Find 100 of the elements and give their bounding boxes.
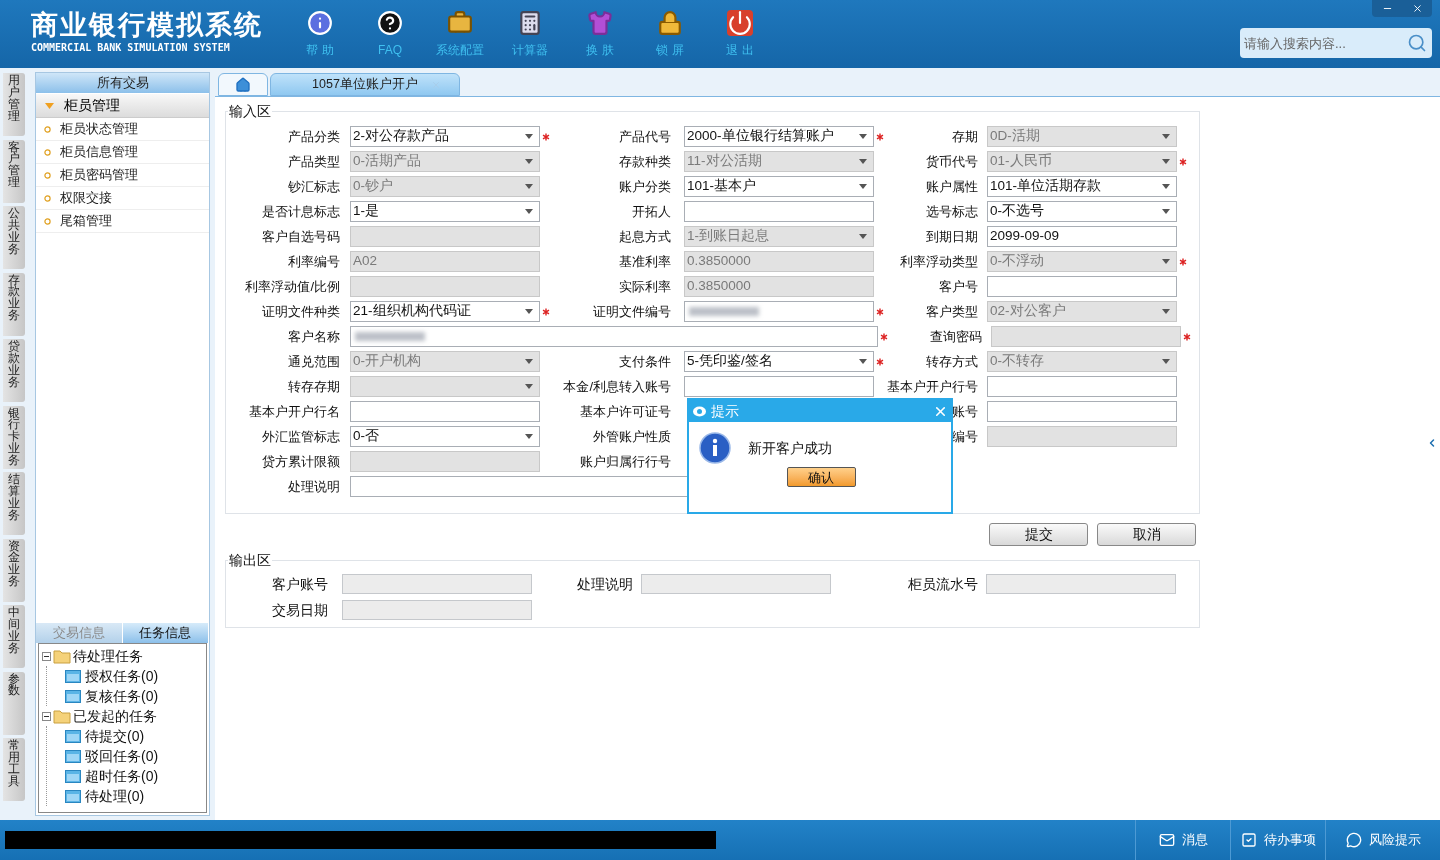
required-icon [1179, 257, 1187, 266]
caret-icon [859, 359, 867, 364]
field-label: 存款种类 [619, 152, 671, 171]
field-label: 基本户开户行号 [887, 377, 978, 396]
text-field[interactable] [684, 201, 874, 222]
tree-item[interactable]: 驳回任务(0) [85, 745, 159, 767]
folder-icon [65, 689, 81, 703]
confirm-button[interactable]: 确认 [786, 467, 856, 487]
section-title: 输出区 [228, 551, 272, 570]
field-label: 贷方累计限额 [262, 452, 340, 471]
folder-icon [65, 789, 81, 803]
help-icon [377, 10, 403, 36]
field-label: 柜员流水号 [907, 574, 978, 594]
field-label: 产品代号 [619, 127, 671, 146]
bullet-icon [44, 171, 51, 179]
dialog-message: 新开客户成功 [748, 438, 832, 458]
tree-item[interactable]: 超时任务(0) [85, 765, 159, 787]
caret-icon [525, 359, 533, 364]
tree-item[interactable]: 待提交(0) [85, 725, 145, 747]
dropdown-field[interactable]: 0-否 [350, 426, 540, 447]
text-field[interactable] [987, 401, 1177, 422]
search-field[interactable]: 请输入搜索内容... [1240, 28, 1432, 58]
tree-item[interactable]: 待处理(0) [85, 785, 145, 807]
caret-icon [1162, 134, 1170, 139]
field-label: 钞汇标志 [288, 177, 340, 196]
side-tab[interactable]: 银行卡业务 [3, 405, 25, 469]
text-field[interactable] [684, 376, 874, 397]
field-label: 起息方式 [619, 227, 671, 246]
field-label: 客户名称 [288, 327, 340, 346]
tree-item[interactable]: 待处理任务 [73, 645, 143, 667]
required-icon [880, 332, 888, 341]
shirt-icon [587, 10, 613, 36]
menu-item[interactable]: 柜员状态管理 [36, 118, 209, 141]
menu-item[interactable]: 柜员密码管理 [36, 164, 209, 187]
text-field[interactable]: 2099-09-09 [987, 226, 1177, 247]
status-button[interactable]: 消息 [1135, 820, 1230, 860]
text-field[interactable] [342, 600, 532, 620]
text-field[interactable] [641, 574, 831, 594]
field-label: 通兑范围 [288, 352, 340, 371]
text-field[interactable] [987, 276, 1177, 297]
info-icon [699, 432, 731, 464]
page-tab[interactable]: 1057单位账户开户 [270, 73, 460, 96]
menu-item[interactable]: 权限交接 [36, 187, 209, 210]
status-button[interactable]: 待办事项 [1230, 820, 1325, 860]
dropdown-field[interactable]: 0-不选号 [987, 201, 1177, 222]
side-tab[interactable]: 常用工具 [3, 738, 25, 801]
field-label: 账户分类 [619, 177, 671, 196]
form-button[interactable]: 提交 [989, 523, 1088, 546]
menu-item[interactable]: 柜员信息管理 [36, 141, 209, 164]
menu-group[interactable]: 柜员管理 [36, 94, 209, 118]
field-label: 证明文件编号 [593, 302, 671, 321]
caret-icon [525, 184, 533, 189]
side-tab[interactable]: 贷款业务 [3, 339, 25, 402]
side-tab[interactable]: 用户管理 [3, 73, 25, 136]
field-label: 客户账号 [271, 574, 328, 594]
menu-item[interactable]: 尾箱管理 [36, 210, 209, 233]
dropdown-field[interactable]: 21-组织机构代码证 [350, 301, 540, 322]
dropdown-field[interactable]: 1-是 [350, 201, 540, 222]
tree-item[interactable]: 授权任务(0) [85, 665, 159, 687]
side-tab[interactable]: 结算业务 [3, 472, 25, 535]
side-tab[interactable]: 资金业务 [3, 538, 25, 602]
side-tab[interactable]: 客户管理 [3, 139, 25, 203]
panel-tab[interactable]: 任务信息 [122, 623, 209, 643]
checkbox-icon [1240, 832, 1257, 848]
status-button[interactable]: 风险提示 [1325, 820, 1440, 860]
calculator-icon [517, 10, 543, 36]
field-label: 产品分类 [288, 127, 340, 146]
field-label: 存期 [952, 127, 978, 146]
home-icon [235, 76, 251, 93]
tree-item[interactable]: 已发起的任务 [73, 705, 157, 727]
form-button[interactable]: 取消 [1097, 523, 1196, 546]
text-field[interactable] [684, 301, 874, 322]
dialog-title: 提示 [711, 401, 740, 421]
dropdown-field[interactable]: 2-对公存款产品 [350, 126, 540, 147]
dropdown-field[interactable]: 101-单位活期存款 [987, 176, 1177, 197]
text-field[interactable] [350, 326, 878, 347]
side-tab[interactable]: 存款业务 [3, 272, 25, 336]
text-field[interactable] [987, 376, 1177, 397]
caret-icon [1162, 209, 1170, 214]
tree-item[interactable]: 复核任务(0) [85, 685, 159, 707]
field-label: 基本户开户行名 [249, 402, 340, 421]
field-label: 客户自选号码 [262, 227, 340, 246]
side-tab[interactable]: 中间业务 [3, 605, 25, 668]
app-subtitle: COMMERCIAL BANK SIMULATION SYSTEM [31, 42, 231, 54]
dropdown-field[interactable]: 5-凭印鉴/签名 [684, 351, 874, 372]
field-label: 外汇监管标志 [262, 427, 340, 446]
folder-icon [53, 648, 71, 664]
text-field[interactable] [342, 574, 532, 594]
search-icon [1407, 33, 1427, 53]
field-label: 转存方式 [926, 352, 978, 371]
app-title: 商业银行模拟系统 [31, 9, 263, 42]
home-tab[interactable] [218, 73, 268, 96]
dropdown-field[interactable]: 2000-单位银行结算账户 [684, 126, 874, 147]
field-label: 客户类型 [926, 302, 978, 321]
folder-icon [65, 729, 81, 743]
dropdown-field[interactable]: 101-基本户 [684, 176, 874, 197]
side-tab[interactable]: 公共业务 [3, 206, 25, 269]
text-field[interactable] [350, 401, 540, 422]
text-field[interactable] [986, 574, 1176, 594]
side-tab[interactable]: 参数 [3, 671, 25, 735]
